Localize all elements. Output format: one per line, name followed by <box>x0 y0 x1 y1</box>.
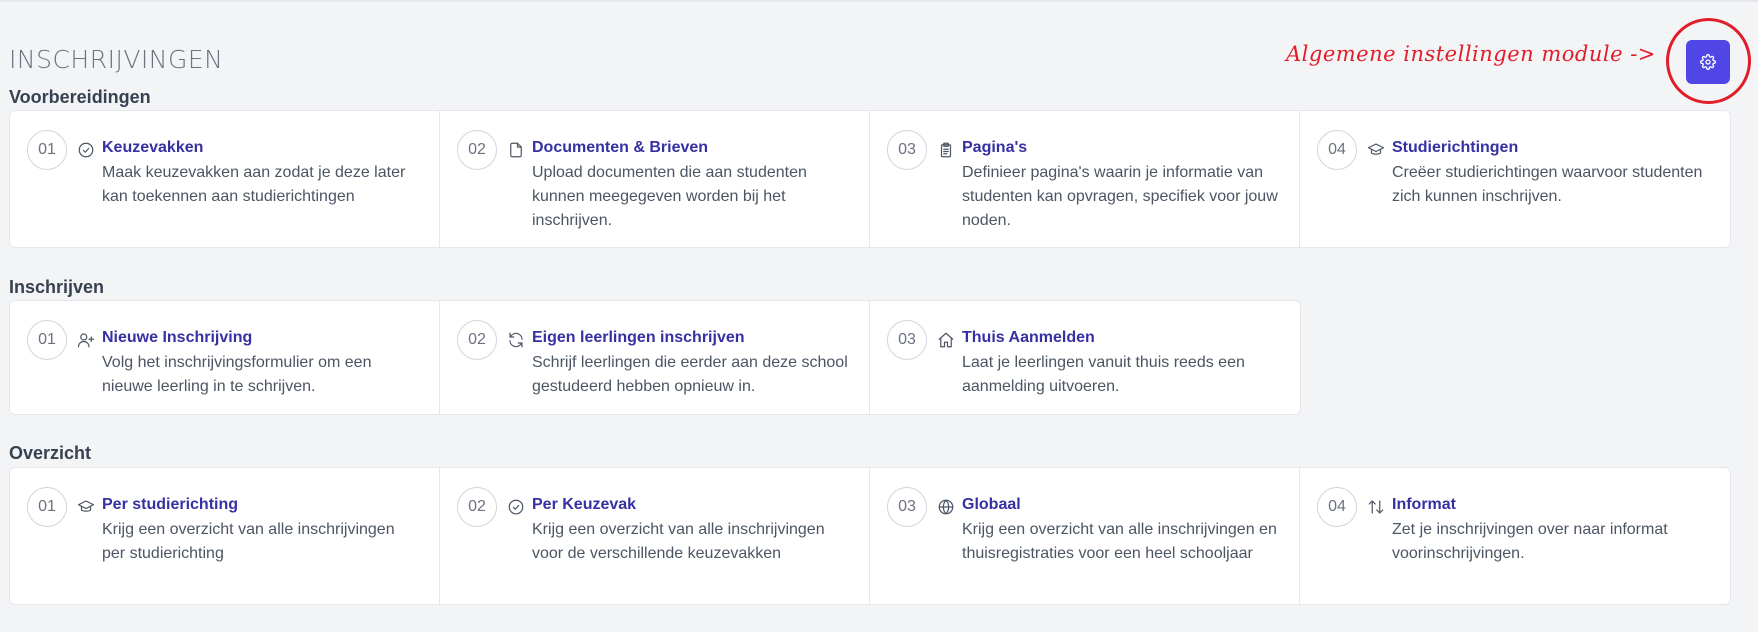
card-per-keuzevak[interactable]: 02 Per Keuzevak Krijg een overzicht van … <box>440 468 870 604</box>
section-heading-voorbereidingen: Voorbereidingen <box>9 87 151 107</box>
step-number: 03 <box>887 487 927 527</box>
card-description: Krijg een overzicht van alle inschrijvin… <box>532 521 825 562</box>
card-title-link[interactable]: Pagina's <box>962 139 1027 157</box>
step-number: 01 <box>27 130 67 170</box>
check-circle-icon <box>506 497 526 517</box>
card-informat[interactable]: 04 Informat Zet je inschrijvingen over n… <box>1300 468 1730 604</box>
card-grid-overzicht: 01 Per studierichting Krijg een overzich… <box>9 467 1731 605</box>
arrows-up-down-icon <box>1366 497 1386 517</box>
card-description: Laat je leerlingen vanuit thuis reeds ee… <box>962 354 1245 395</box>
card-description: Definieer pagina's waarin je informatie … <box>962 164 1278 229</box>
card-description: Upload documenten die aan studenten kunn… <box>532 164 807 229</box>
card-title-link[interactable]: Nieuwe Inschrijving <box>102 329 252 347</box>
step-number: 04 <box>1317 130 1357 170</box>
card-grid-voorbereidingen: 01 Keuzevakken Maak keuzevakken aan zoda… <box>9 110 1731 248</box>
card-title-link[interactable]: Informat <box>1392 496 1456 514</box>
card-globaal[interactable]: 03 Globaal Krijg een overzicht van alle … <box>870 468 1300 604</box>
section-heading-inschrijven: Inschrijven <box>9 277 105 297</box>
card-title-link[interactable]: Thuis Aanmelden <box>962 329 1095 347</box>
card-title-link[interactable]: Eigen leerlingen inschrijven <box>532 329 745 347</box>
card-title-link[interactable]: Documenten & Brieven <box>532 139 708 157</box>
card-description: Volg het inschrijvingsformulier om een n… <box>102 354 372 395</box>
card-description: Schrijf leerlingen die eerder aan deze s… <box>532 354 848 395</box>
step-number: 01 <box>27 487 67 527</box>
card-title-link[interactable]: Keuzevakken <box>102 139 203 157</box>
card-description: Creëer studierichtingen waarvoor student… <box>1392 164 1703 205</box>
globe-icon <box>936 497 956 517</box>
card-title-link[interactable]: Per Keuzevak <box>532 496 636 514</box>
card-title-link[interactable]: Per studierichting <box>102 496 238 514</box>
card-keuzevakken[interactable]: 01 Keuzevakken Maak keuzevakken aan zoda… <box>10 111 440 247</box>
document-icon <box>506 140 526 160</box>
step-number: 02 <box>457 487 497 527</box>
section-heading-overzicht: Overzicht <box>9 443 92 463</box>
card-description: Maak keuzevakken aan zodat je deze later… <box>102 164 406 205</box>
home-icon <box>936 330 956 350</box>
card-description: Zet je inschrijvingen over naar informat… <box>1392 521 1668 562</box>
card-description: Krijg een overzicht van alle inschrijvin… <box>962 521 1277 562</box>
refresh-icon <box>506 330 526 350</box>
step-number: 04 <box>1317 487 1357 527</box>
settings-button[interactable] <box>1686 40 1730 84</box>
graduation-cap-icon <box>76 497 96 517</box>
card-documenten-brieven[interactable]: 02 Documenten & Brieven Upload documente… <box>440 111 870 247</box>
step-number: 03 <box>887 130 927 170</box>
page-title: INSCHRIJVINGEN <box>9 45 224 74</box>
user-plus-icon <box>76 330 96 350</box>
annotation-text: Algemene instellingen module -> <box>1286 42 1656 66</box>
step-number: 02 <box>457 320 497 360</box>
card-per-studierichting[interactable]: 01 Per studierichting Krijg een overzich… <box>10 468 440 604</box>
step-number: 03 <box>887 320 927 360</box>
clipboard-icon <box>936 140 956 160</box>
card-nieuwe-inschrijving[interactable]: 01 Nieuwe Inschrijving Volg het inschrij… <box>10 301 440 414</box>
card-title-link[interactable]: Studierichtingen <box>1392 139 1518 157</box>
gear-icon <box>1700 54 1716 70</box>
step-number: 02 <box>457 130 497 170</box>
card-thuis-aanmelden[interactable]: 03 Thuis Aanmelden Laat je leerlingen va… <box>870 301 1300 414</box>
card-grid-inschrijven: 01 Nieuwe Inschrijving Volg het inschrij… <box>9 300 1301 415</box>
card-studierichtingen[interactable]: 04 Studierichtingen Creëer studierichtin… <box>1300 111 1730 247</box>
card-eigen-leerlingen[interactable]: 02 Eigen leerlingen inschrijven Schrijf … <box>440 301 870 414</box>
top-divider <box>0 0 1758 2</box>
card-title-link[interactable]: Globaal <box>962 496 1021 514</box>
check-circle-icon <box>76 140 96 160</box>
card-description: Krijg een overzicht van alle inschrijvin… <box>102 521 395 562</box>
graduation-cap-icon <box>1366 140 1386 160</box>
card-paginas[interactable]: 03 Pagina's Definieer pagina's waarin je… <box>870 111 1300 247</box>
step-number: 01 <box>27 320 67 360</box>
